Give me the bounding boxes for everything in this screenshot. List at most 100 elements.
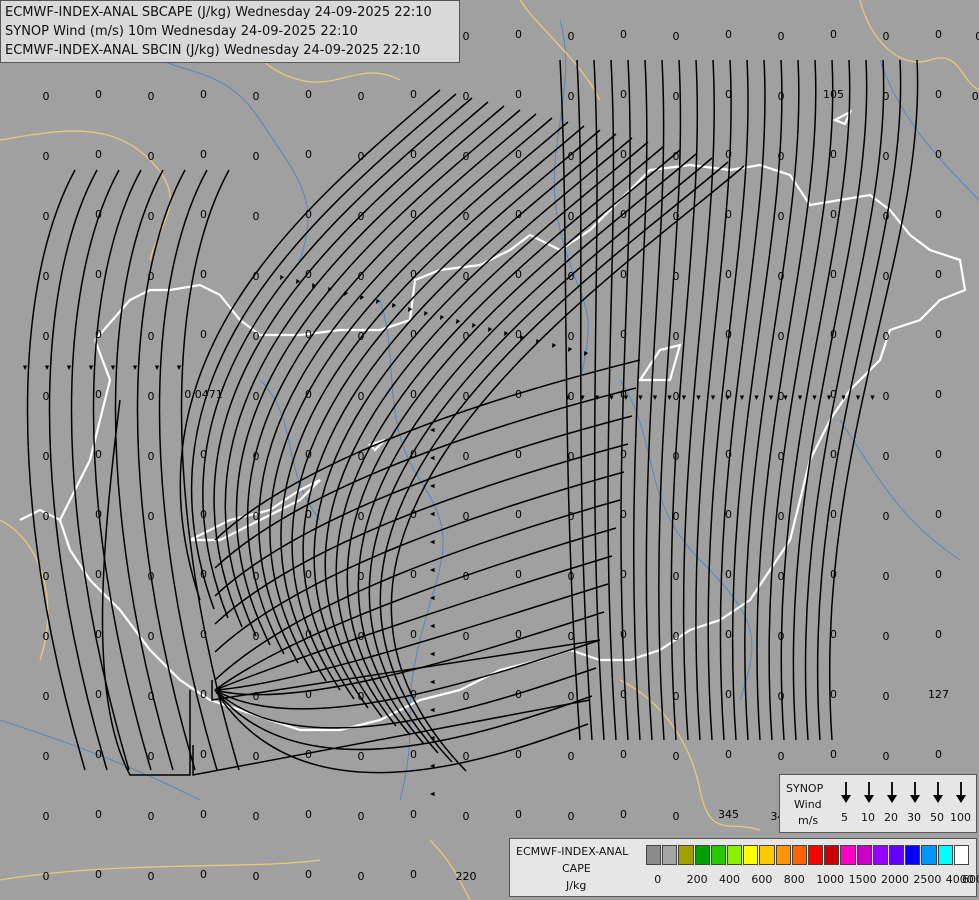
cape-value: 0 xyxy=(95,868,102,881)
cape-value: 0 xyxy=(830,508,837,521)
cape-value: 0 xyxy=(883,330,890,343)
cape-value: 0 xyxy=(515,508,522,521)
cape-swatch xyxy=(953,845,969,865)
cape-value: 0 xyxy=(778,330,785,343)
cape-value: 0 xyxy=(95,808,102,821)
cape-swatch xyxy=(759,845,775,865)
cape-value: 0 xyxy=(673,690,680,703)
cape-value: 0 xyxy=(358,570,365,583)
cape-value: 0 xyxy=(95,688,102,701)
cape-value: 0 xyxy=(778,210,785,223)
cape-value: 0 xyxy=(673,330,680,343)
cape-value: 0 xyxy=(253,750,260,763)
cape-value: 0 xyxy=(830,628,837,641)
cape-value: 0 xyxy=(200,628,207,641)
cape-value: 0 xyxy=(673,810,680,823)
cape-tick-labels: 0200400600800100015002000250040006000 xyxy=(646,873,979,887)
cape-value: 0 xyxy=(883,630,890,643)
weather-map: 0 0 0 0 0 0 0 0 0 0 0 0 0 0 0 0 0 0 0.258 0 0 0 0 0 0 0 0 0 0 0 0 0 0 0 10… xyxy=(0,0,979,900)
cape-value: 0 xyxy=(305,628,312,641)
cape-legend-unit: J/kg xyxy=(566,879,587,892)
cape-value: 0 xyxy=(568,90,575,103)
cape-legend-subtitle: CAPE xyxy=(562,862,591,875)
cape-value: 0 xyxy=(463,690,470,703)
cape-value: 0 xyxy=(620,448,627,461)
cape-value: 0 xyxy=(515,208,522,221)
cape-value: 0 xyxy=(200,868,207,881)
cape-value: 0 xyxy=(253,330,260,343)
cape-value: 0 xyxy=(935,88,942,101)
cape-value: 0 xyxy=(725,88,732,101)
cape-value: 0 xyxy=(43,390,50,403)
cape-value: 0 xyxy=(935,628,942,641)
cape-value: 0 xyxy=(935,448,942,461)
cape-value: 0 xyxy=(830,148,837,161)
cape-value: 0 xyxy=(95,148,102,161)
cape-value: 0 xyxy=(200,328,207,341)
cape-value: 0 xyxy=(883,510,890,523)
cape-value: 345 xyxy=(718,808,739,821)
cape-value: 0 xyxy=(725,508,732,521)
cape-value: 0 xyxy=(778,390,785,403)
cape-value: 0 xyxy=(515,628,522,641)
cape-value: 220 xyxy=(456,870,477,883)
cape-value: 0 xyxy=(253,510,260,523)
cape-value: 0 xyxy=(935,28,942,41)
cape-value: 0 xyxy=(568,390,575,403)
cape-value: 0 xyxy=(778,570,785,583)
cape-value: 0 xyxy=(673,450,680,463)
cape-value: 0 xyxy=(43,510,50,523)
cape-value: 0 xyxy=(568,810,575,823)
cape-value: 0 xyxy=(463,630,470,643)
cape-value: 0 xyxy=(358,270,365,283)
cape-value: 0 xyxy=(410,328,417,341)
cape-value: 0 xyxy=(568,330,575,343)
cape-value: 0 xyxy=(673,150,680,163)
cape-value: 0 xyxy=(463,750,470,763)
cape-value: 0 xyxy=(463,390,470,403)
cape-value: 0 xyxy=(43,150,50,163)
cape-value: 0 xyxy=(463,150,470,163)
cape-value: 0 xyxy=(358,630,365,643)
cape-value: 0 xyxy=(568,210,575,223)
cape-value: 0.258 xyxy=(975,30,979,43)
cape-value: 0 xyxy=(358,690,365,703)
cape-value: 0 xyxy=(515,148,522,161)
cape-value: 0 xyxy=(515,388,522,401)
cape-value: 0 xyxy=(305,568,312,581)
cape-value: 0 xyxy=(305,328,312,341)
cape-value: 0 xyxy=(568,270,575,283)
cape-value: 0 xyxy=(830,388,837,401)
cape-value: 0 xyxy=(620,208,627,221)
cape-value: 0 xyxy=(830,328,837,341)
cape-value: 0 xyxy=(463,90,470,103)
cape-value: 0 xyxy=(515,88,522,101)
cape-value: 0 xyxy=(725,748,732,761)
cape-swatch xyxy=(921,845,937,865)
cape-value: 0 xyxy=(778,750,785,763)
cape-value: 0 xyxy=(253,150,260,163)
cape-value: 0 xyxy=(463,270,470,283)
cape-value: 0 xyxy=(620,388,627,401)
cape-value: 0 xyxy=(568,750,575,763)
cape-value: 0 xyxy=(410,448,417,461)
cape-value: 0 xyxy=(200,508,207,521)
cape-value: 0 xyxy=(305,388,312,401)
cape-value: 0 xyxy=(883,750,890,763)
synop-speed-100: 100 xyxy=(950,811,971,824)
cape-value: 0 xyxy=(515,688,522,701)
cape-value: 0 xyxy=(410,508,417,521)
cape-value: 0 xyxy=(358,750,365,763)
cape-value: 0 xyxy=(725,148,732,161)
cape-legend-title: ECMWF-INDEX-ANAL xyxy=(516,845,629,858)
cape-value: 0 xyxy=(778,630,785,643)
cape-value: 0 xyxy=(620,28,627,41)
cape-value: 0 xyxy=(200,208,207,221)
cape-value: 0 xyxy=(830,28,837,41)
synop-legend-unit: m/s xyxy=(798,814,819,827)
cape-value: 0 xyxy=(148,90,155,103)
cape-tick: 600 xyxy=(751,873,773,886)
cape-value: 0 xyxy=(515,808,522,821)
cape-value: 0 xyxy=(43,630,50,643)
map-title-box: ECMWF-INDEX-ANAL SBCAPE (J/kg) Wednesday… xyxy=(0,0,460,63)
